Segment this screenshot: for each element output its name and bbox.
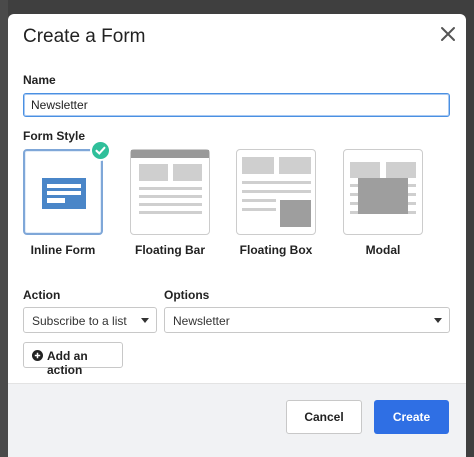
inline-form-icon (42, 178, 86, 209)
floating-box-option[interactable] (236, 149, 316, 235)
chevron-down-icon (434, 318, 442, 323)
options-select[interactable]: Newsletter (164, 307, 450, 333)
action-select-value: Subscribe to a list (32, 314, 127, 328)
options-label: Options (164, 288, 210, 302)
modal-option[interactable] (343, 149, 423, 235)
name-label: Name (23, 73, 56, 87)
chevron-down-icon (141, 318, 149, 323)
action-select[interactable]: Subscribe to a list (23, 307, 157, 333)
floating-bar-icon (131, 150, 209, 214)
dialog-header: Create a Form (8, 14, 466, 62)
dialog-footer: Cancel Create (8, 383, 466, 457)
cancel-button[interactable]: Cancel (286, 400, 362, 434)
add-action-label: Add an action (47, 349, 88, 377)
inline-form-option[interactable] (23, 149, 103, 235)
form-style-label: Form Style (23, 129, 86, 143)
options-select-value: Newsletter (173, 314, 230, 328)
create-button[interactable]: Create (374, 400, 449, 434)
inline-form-label: Inline Form (30, 243, 96, 257)
floating-bar-option[interactable] (130, 149, 210, 235)
modal-backdrop (0, 0, 8, 457)
floating-bar-label: Floating Bar (134, 243, 205, 257)
floating-box-icon (242, 157, 311, 227)
add-action-button[interactable]: Add an action (23, 342, 123, 377)
name-input[interactable] (23, 93, 450, 117)
action-label: Action (23, 288, 61, 302)
floating-box-label: Floating Box (239, 243, 313, 257)
modal-label: Modal (365, 243, 401, 257)
plus-circle-icon (32, 350, 43, 361)
close-icon[interactable] (438, 24, 458, 44)
selected-check-icon (90, 140, 111, 161)
create-form-dialog: Create a Form Name Form Style (8, 14, 466, 457)
dialog-title: Create a Form (23, 26, 146, 47)
modal-icon (350, 162, 416, 214)
